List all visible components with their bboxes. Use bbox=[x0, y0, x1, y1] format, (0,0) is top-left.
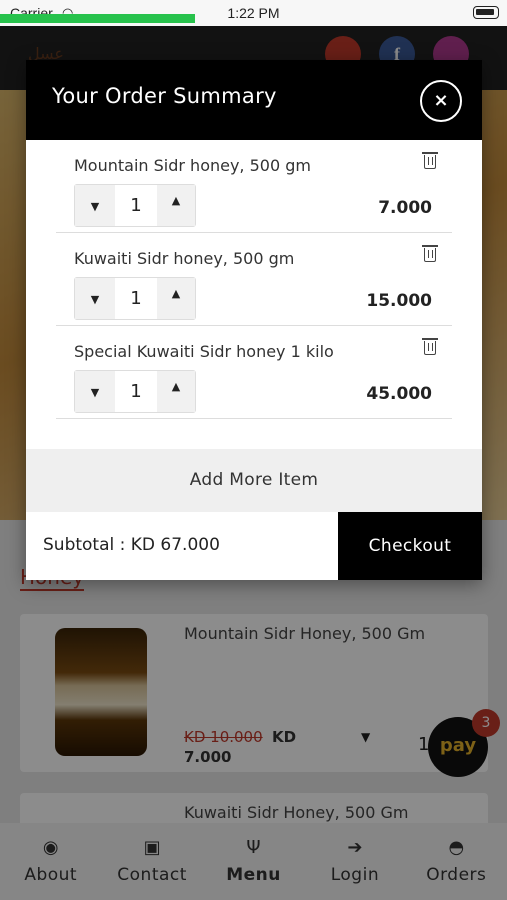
trash-icon[interactable] bbox=[422, 338, 438, 355]
item-price: 15.000 bbox=[366, 291, 432, 311]
increase-quantity-button[interactable]: ▲ bbox=[157, 185, 195, 226]
order-item: Special Kuwaiti Sidr honey 1 kilo ▼ 1 ▲ … bbox=[56, 326, 452, 419]
item-name: Special Kuwaiti Sidr honey 1 kilo bbox=[74, 342, 334, 361]
increase-quantity-button[interactable]: ▲ bbox=[157, 278, 195, 319]
modal-header: Your Order Summary × bbox=[26, 60, 482, 140]
checkout-button[interactable]: Checkout bbox=[338, 512, 482, 580]
battery-icon bbox=[473, 6, 499, 19]
item-price: 45.000 bbox=[366, 384, 432, 404]
quantity-stepper: ▼ 1 ▲ bbox=[74, 184, 196, 227]
subtotal-label: Subtotal : KD 67.000 bbox=[43, 535, 220, 555]
trash-icon[interactable] bbox=[422, 245, 438, 262]
order-item: Kuwaiti Sidr honey, 500 gm ▼ 1 ▲ 15.000 bbox=[56, 233, 452, 326]
item-price: 7.000 bbox=[378, 198, 432, 218]
item-name: Kuwaiti Sidr honey, 500 gm bbox=[74, 249, 295, 268]
quantity-value: 1 bbox=[130, 288, 142, 309]
quantity-stepper: ▼ 1 ▲ bbox=[74, 277, 196, 320]
quantity-value: 1 bbox=[130, 381, 142, 402]
item-name: Mountain Sidr honey, 500 gm bbox=[74, 156, 311, 175]
order-summary-modal: Your Order Summary × Mountain Sidr honey… bbox=[26, 60, 482, 580]
modal-title: Your Order Summary bbox=[52, 84, 277, 108]
decrease-quantity-button[interactable]: ▼ bbox=[75, 185, 115, 226]
trash-icon[interactable] bbox=[422, 152, 438, 169]
add-more-item-button[interactable]: Add More Item bbox=[26, 449, 482, 512]
loading-progress-bar bbox=[0, 14, 195, 23]
decrease-quantity-button[interactable]: ▼ bbox=[75, 371, 115, 412]
close-button[interactable]: × bbox=[420, 80, 462, 122]
increase-quantity-button[interactable]: ▲ bbox=[157, 371, 195, 412]
close-icon: × bbox=[433, 90, 449, 111]
decrease-quantity-button[interactable]: ▼ bbox=[75, 278, 115, 319]
order-item: Mountain Sidr honey, 500 gm ▼ 1 ▲ 7.000 bbox=[56, 140, 452, 233]
quantity-value: 1 bbox=[130, 195, 142, 216]
quantity-stepper: ▼ 1 ▲ bbox=[74, 370, 196, 413]
